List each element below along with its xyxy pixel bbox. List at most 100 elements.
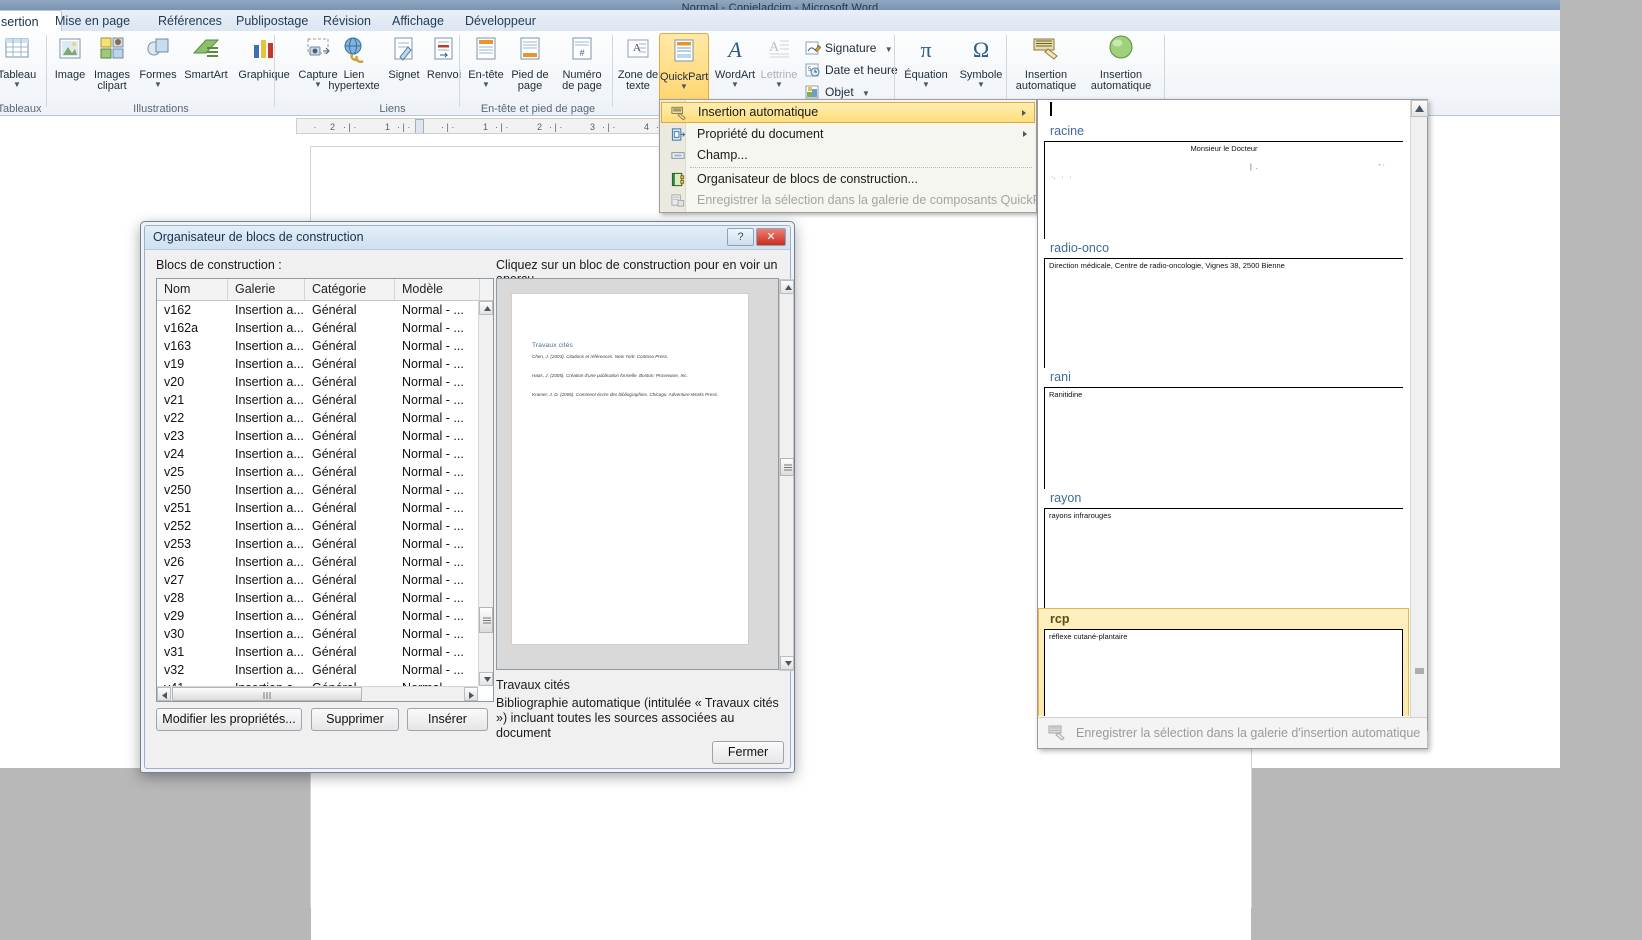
- table-row[interactable]: v29 Insertion a... Général Normal - ...: [157, 607, 478, 625]
- gallery-entry-racine[interactable]: racine Monsieur le Docteur ·. · · | . - …: [1038, 122, 1409, 239]
- tab-mise-en-page[interactable]: Mise en page: [45, 10, 140, 32]
- chevron-down-icon[interactable]: ▼: [712, 81, 758, 89]
- tab-affichage[interactable]: Affichage: [382, 10, 454, 32]
- scroll-thumb[interactable]: [1414, 665, 1425, 675]
- images-clipart-button[interactable]: Images clipart: [89, 35, 135, 93]
- smartart-button[interactable]: SmartArt: [177, 35, 235, 81]
- chevron-down-icon[interactable]: ▼: [463, 81, 509, 89]
- formes-button[interactable]: Formes ▼: [135, 35, 181, 89]
- column-header-categorie[interactable]: Catégorie: [305, 279, 395, 300]
- column-header-modele[interactable]: Modèle: [395, 279, 480, 300]
- scroll-left-arrow-icon[interactable]: [157, 687, 171, 701]
- tab-revision[interactable]: Révision: [313, 10, 381, 32]
- date-et-heure-button[interactable]: 5 Date et heure: [803, 60, 898, 80]
- table-row[interactable]: v32 Insertion a... Général Normal - ...: [157, 661, 478, 679]
- gallery-entry-rayon[interactable]: rayon rayons infrarouges: [1038, 489, 1409, 608]
- scroll-up-arrow-icon[interactable]: [1411, 100, 1428, 117]
- gallery-vertical-scrollbar[interactable]: [1410, 100, 1428, 748]
- chevron-down-icon[interactable]: ▼: [135, 81, 181, 89]
- table-row[interactable]: v250 Insertion a... Général Normal - ...: [157, 481, 478, 499]
- equation-button[interactable]: π Équation ▼: [897, 35, 955, 89]
- group-separator: [459, 35, 460, 107]
- gallery-entry-radio-onco[interactable]: radio-onco Direction médicale, Centre de…: [1038, 239, 1409, 368]
- gallery-entry-blank[interactable]: [1038, 100, 1409, 122]
- entete-button[interactable]: En-tête ▼: [463, 35, 509, 89]
- preview-vertical-scrollbar[interactable]: [779, 279, 794, 671]
- wordart-button[interactable]: A WordArt ▼: [712, 35, 758, 89]
- tableau-button[interactable]: Tableau ▼: [0, 35, 40, 89]
- table-row[interactable]: v22 Insertion a... Général Normal - ...: [157, 409, 478, 427]
- column-header-nom[interactable]: Nom: [157, 279, 228, 300]
- scroll-up-arrow-icon[interactable]: [780, 280, 794, 294]
- chevron-down-icon[interactable]: ▼: [0, 81, 40, 89]
- table-row[interactable]: v21 Insertion a... Général Normal - ...: [157, 391, 478, 409]
- scroll-up-arrow-icon[interactable]: [479, 301, 493, 315]
- tab-developpeur[interactable]: Développeur: [455, 10, 546, 32]
- list-vertical-scrollbar[interactable]: [478, 301, 493, 686]
- zone-de-texte-button[interactable]: A Zone de texte: [615, 35, 661, 93]
- scroll-thumb[interactable]: [172, 687, 362, 701]
- image-button[interactable]: Image: [47, 35, 93, 81]
- tab-publipostage[interactable]: Publipostage: [226, 10, 318, 32]
- table-row[interactable]: v30 Insertion a... Général Normal - ...: [157, 625, 478, 643]
- table-row[interactable]: v23 Insertion a... Général Normal - ...: [157, 427, 478, 445]
- table-row[interactable]: v31 Insertion a... Général Normal - ...: [157, 643, 478, 661]
- column-header-galerie[interactable]: Galerie: [228, 279, 305, 300]
- symbole-button[interactable]: Ω Symbole ▼: [952, 35, 1010, 89]
- chevron-down-icon[interactable]: ▼: [885, 45, 893, 54]
- table-row[interactable]: v26 Insertion a... Général Normal - ...: [157, 553, 478, 571]
- table-row[interactable]: v252 Insertion a... Général Normal - ...: [157, 517, 478, 535]
- pied-de-page-button[interactable]: Pied de page: [507, 35, 553, 93]
- scroll-down-arrow-icon[interactable]: [780, 656, 794, 670]
- menu-item-organisateur-blocs[interactable]: Organisateur de blocs de construction...: [661, 169, 1035, 190]
- table-row[interactable]: v41 Insertion a... Général Normal - ...: [157, 679, 478, 686]
- group-separator: [612, 35, 613, 107]
- table-row[interactable]: v163 Insertion a... Général Normal - ...: [157, 337, 478, 355]
- table-row[interactable]: v27 Insertion a... Général Normal - ...: [157, 571, 478, 589]
- lien-hypertexte-button[interactable]: Lien hypertexte: [325, 35, 383, 93]
- scroll-right-arrow-icon[interactable]: [464, 687, 478, 701]
- table-row[interactable]: v253 Insertion a... Général Normal - ...: [157, 535, 478, 553]
- chevron-down-icon[interactable]: ▼: [897, 81, 955, 89]
- scroll-down-arrow-icon[interactable]: [479, 672, 493, 686]
- renvoi-button[interactable]: Renvoi: [421, 35, 467, 81]
- table-row[interactable]: v19 Insertion a... Général Normal - ...: [157, 355, 478, 373]
- group-label-liens: Liens: [379, 103, 406, 115]
- table-row[interactable]: v251 Insertion a... Général Normal - ...: [157, 499, 478, 517]
- chevron-down-icon[interactable]: ▼: [660, 83, 708, 91]
- graphique-button[interactable]: Graphique: [235, 35, 293, 81]
- indent-marker[interactable]: [415, 119, 424, 133]
- chevron-down-icon[interactable]: ▼: [952, 81, 1010, 89]
- menu-item-insertion-automatique[interactable]: Insertion automatique: [661, 102, 1035, 123]
- modify-properties-button[interactable]: Modifier les propriétés...: [156, 708, 302, 731]
- table-row[interactable]: v24 Insertion a... Général Normal - ...: [157, 445, 478, 463]
- insertion-automatique-gallery-button[interactable]: Insertion automatique: [1010, 35, 1082, 93]
- menu-item-champ[interactable]: Champ...: [661, 145, 1035, 166]
- gallery-entry-rani[interactable]: rani Ranitidine: [1038, 368, 1409, 489]
- chevron-down-icon[interactable]: ▼: [862, 89, 870, 98]
- list-horizontal-scrollbar[interactable]: [157, 686, 478, 701]
- table-row[interactable]: v162a Insertion a... Général Normal - ...: [157, 319, 478, 337]
- delete-button[interactable]: Supprimer: [311, 708, 399, 731]
- gallery-footer[interactable]: Enregistrer la sélection dans la galerie…: [1038, 717, 1427, 748]
- menu-item-propriete-du-document[interactable]: Propriété du document: [661, 124, 1035, 145]
- cell-modele: Normal - ...: [402, 663, 464, 677]
- dialog-title-bar[interactable]: Organisateur de blocs de construction ? …: [145, 226, 790, 250]
- close-dialog-button[interactable]: Fermer: [712, 741, 784, 764]
- scroll-thumb[interactable]: [479, 607, 493, 633]
- help-button[interactable]: ?: [727, 228, 754, 246]
- tab-references[interactable]: Références: [148, 10, 232, 32]
- insertion-automatique-save-button[interactable]: Insertion automatique: [1085, 35, 1157, 93]
- table-row[interactable]: v28 Insertion a... Général Normal - ...: [157, 589, 478, 607]
- signature-button[interactable]: Signature ▼: [803, 38, 893, 58]
- scroll-thumb[interactable]: [780, 458, 794, 476]
- table-row[interactable]: v162 Insertion a... Général Normal - ...: [157, 301, 478, 319]
- gallery-entry-rcp[interactable]: rcp réflexe cutané-plantaire: [1038, 608, 1409, 716]
- equation-icon: π: [897, 35, 955, 67]
- numero-de-page-button[interactable]: # Numéro de page: [553, 35, 611, 93]
- insert-button[interactable]: Insérer: [407, 708, 488, 731]
- building-blocks-list[interactable]: Nom Galerie Catégorie Modèle v162 Inserti…: [156, 278, 494, 702]
- close-button[interactable]: ✕: [756, 228, 786, 246]
- table-row[interactable]: v20 Insertion a... Général Normal - ...: [157, 373, 478, 391]
- table-row[interactable]: v25 Insertion a... Général Normal - ...: [157, 463, 478, 481]
